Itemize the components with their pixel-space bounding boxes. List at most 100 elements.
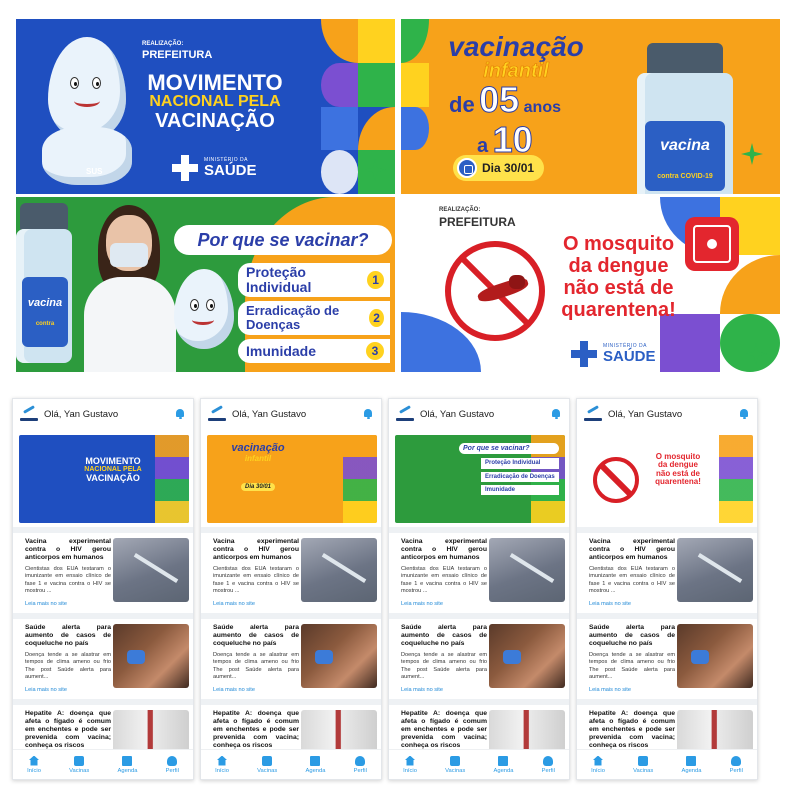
news-thumbnail xyxy=(113,538,189,602)
greeting-text: Olá, Yan Gustavo xyxy=(232,408,307,420)
tab-vacinas[interactable]: Vacinas xyxy=(445,755,465,774)
news-title: Hepatite A: doença que afeta o fígado é … xyxy=(213,710,299,750)
read-more-link[interactable]: Leia mais no site xyxy=(589,687,675,693)
tab-label: Início xyxy=(403,767,417,774)
tab-label: Início xyxy=(27,767,41,774)
tab-inicio[interactable]: Início xyxy=(591,755,605,774)
tab-perfil[interactable]: Perfil xyxy=(729,755,743,774)
news-title: Vacina experimental contra o HIV gerou a… xyxy=(401,538,487,562)
tab-label: Vacinas xyxy=(69,767,90,774)
notification-bell-icon[interactable] xyxy=(363,409,373,419)
banner-title-line2: NACIONAL PELA xyxy=(149,93,281,111)
read-more-link[interactable]: Leia mais no site xyxy=(25,601,111,607)
tab-inicio[interactable]: Início xyxy=(27,755,41,774)
tab-agenda[interactable]: Agenda xyxy=(493,755,513,774)
mini-line: VACINAÇÃO xyxy=(86,472,140,483)
news-card[interactable]: Saúde alerta para aumento de casos de co… xyxy=(583,619,753,699)
read-more-link[interactable]: Leia mais no site xyxy=(25,687,111,693)
app-header: Olá, Yan Gustavo xyxy=(577,399,757,429)
tab-inicio[interactable]: Início xyxy=(215,755,229,774)
banner-dengue: REALIZAÇÃO: PREFEITURA O mosquito da den… xyxy=(401,197,780,372)
ministerio-saude-logo: MINISTÉRIO DA SAÚDE xyxy=(172,155,257,181)
news-title: Saúde alerta para aumento de casos de co… xyxy=(25,624,111,648)
read-more-link[interactable]: Leia mais no site xyxy=(401,687,487,693)
news-card[interactable]: Saúde alerta para aumento de casos de co… xyxy=(395,619,565,699)
tab-perfil[interactable]: Perfil xyxy=(542,755,555,774)
home-icon xyxy=(217,755,227,766)
benefit-label: Erradicação de Doenças xyxy=(246,303,340,332)
banner-title-line2: da dengue xyxy=(568,255,669,277)
banner-title-line3: VACINAÇÃO xyxy=(155,109,275,132)
prefeitura-label: PREFEITURA xyxy=(439,215,516,229)
age-05: 05 xyxy=(479,79,520,120)
age-a: a xyxy=(477,135,489,157)
news-card[interactable]: Vacina experimental contra o HIV gerou a… xyxy=(19,533,189,613)
age-de: de xyxy=(449,92,475,117)
mini-banner-title: MOVIMENTO NACIONAL PELA VACINAÇÃO xyxy=(71,456,155,483)
carousel-banner-movimento[interactable]: MOVIMENTO NACIONAL PELA VACINAÇÃO xyxy=(19,435,189,523)
tab-agenda[interactable]: Agenda xyxy=(305,755,325,774)
banner-geometric-pattern xyxy=(321,19,395,194)
read-more-link[interactable]: Leia mais no site xyxy=(213,601,299,607)
news-card[interactable]: Vacina experimental contra o HIV gerou a… xyxy=(207,533,377,613)
mosquito-scan-icon xyxy=(685,217,739,271)
app-header: Olá, Yan Gustavo xyxy=(201,399,381,429)
news-card[interactable]: Saúde alerta para aumento de casos de co… xyxy=(19,619,189,699)
read-more-link[interactable]: Leia mais no site xyxy=(589,601,675,607)
news-thumbnail xyxy=(677,538,753,602)
tab-vacinas[interactable]: Vacinas xyxy=(69,755,90,774)
carousel-banner-dengue[interactable]: O mosquito da dengue não está de quarentena… xyxy=(583,435,753,523)
news-thumbnail xyxy=(301,624,377,688)
banner-movimento-nacional: SUS REALIZAÇÃO: PREFEITURA MOVIMENTO NAC… xyxy=(16,19,395,194)
app-header: Olá, Yan Gustavo xyxy=(13,399,193,429)
news-thumbnail xyxy=(489,624,565,688)
notification-bell-icon[interactable] xyxy=(175,409,185,419)
tab-agenda[interactable]: Agenda xyxy=(681,755,701,774)
news-card[interactable]: Hepatite A: doença que afeta o fígado é … xyxy=(395,705,565,774)
health-cross-icon xyxy=(172,155,198,181)
news-card[interactable]: Hepatite A: doença que afeta o fígado é … xyxy=(19,705,189,774)
realizacao-label: REALIZAÇÃO: xyxy=(439,207,481,213)
news-title: Vacina experimental contra o HIV gerou a… xyxy=(589,538,675,562)
banner-geometric-pattern xyxy=(401,19,429,194)
news-card[interactable]: Saúde alerta para aumento de casos de co… xyxy=(207,619,377,699)
tab-vacinas[interactable]: Vacinas xyxy=(633,755,653,774)
vaccine-kit-icon xyxy=(262,755,273,766)
news-card[interactable]: Hepatite A: doença que afeta o fígado é … xyxy=(207,705,377,774)
realizacao-label: REALIZAÇÃO: xyxy=(142,41,184,47)
news-card[interactable]: Vacina experimental contra o HIV gerou a… xyxy=(583,533,753,613)
notification-bell-icon[interactable] xyxy=(739,409,749,419)
user-icon xyxy=(355,755,366,766)
tab-vacinas[interactable]: Vacinas xyxy=(257,755,277,774)
home-icon xyxy=(29,755,39,766)
carousel-banner-porque[interactable]: Por que se vacinar? Proteção Individual Er… xyxy=(395,435,565,523)
vial-sub-label: contra xyxy=(35,321,55,327)
banner-por-que-se-vacinar: vacina contra Por que se vacinar? Proteç… xyxy=(16,197,395,372)
banner-vacinacao-infantil: vacinação infantil de 05 anos a 10 Dia 3… xyxy=(401,19,780,194)
mini-line: vacinação xyxy=(231,442,285,454)
app-header: Olá, Yan Gustavo xyxy=(389,399,569,429)
mini-line: Erradicação de Doenças xyxy=(481,471,559,482)
age-anos: anos xyxy=(523,99,561,116)
calendar-icon xyxy=(457,158,477,178)
banner-title-line4: quarentena! xyxy=(561,299,676,321)
tab-label: Perfil xyxy=(729,767,743,774)
tab-inicio[interactable]: Início xyxy=(403,755,417,774)
tab-agenda[interactable]: Agenda xyxy=(117,755,137,774)
benefit-number: 3 xyxy=(366,342,384,360)
news-card[interactable]: Vacina experimental contra o HIV gerou a… xyxy=(395,533,565,613)
notification-bell-icon[interactable] xyxy=(551,409,561,419)
news-thumbnail xyxy=(113,624,189,688)
news-thumbnail xyxy=(301,538,377,602)
news-card[interactable]: Hepatite A: doença que afeta o fígado é … xyxy=(583,705,753,774)
tab-perfil[interactable]: Perfil xyxy=(354,755,367,774)
sparkle-icon xyxy=(741,143,763,165)
news-thumbnail xyxy=(677,624,753,688)
banner-title-line1: O mosquito xyxy=(562,233,675,255)
news-title: Hepatite A: doença que afeta o fígado é … xyxy=(25,710,111,750)
read-more-link[interactable]: Leia mais no site xyxy=(213,687,299,693)
mini-line: Proteção Individual xyxy=(481,458,559,469)
carousel-banner-infantil[interactable]: vacinação infantil Dia 30/01 xyxy=(207,435,377,523)
tab-perfil[interactable]: Perfil xyxy=(166,755,179,774)
read-more-link[interactable]: Leia mais no site xyxy=(401,601,487,607)
